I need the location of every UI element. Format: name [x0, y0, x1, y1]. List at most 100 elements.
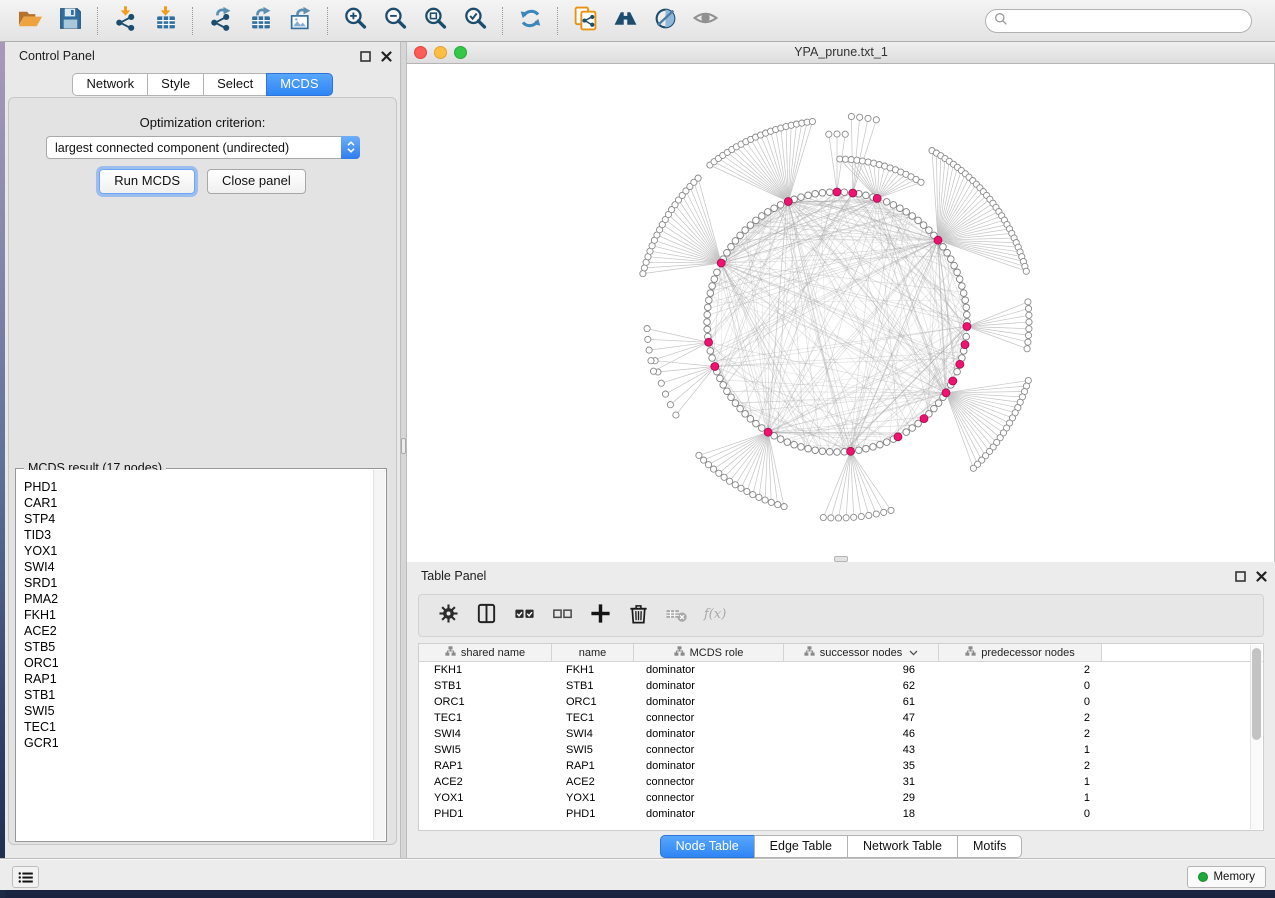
column-header-predecessor-nodes[interactable]: predecessor nodes: [939, 644, 1102, 661]
float-panel-icon[interactable]: [360, 49, 371, 67]
network-node: [848, 157, 854, 163]
network-node: [728, 394, 735, 401]
minimize-window-button[interactable]: [434, 46, 447, 59]
search-box[interactable]: [985, 9, 1252, 33]
refresh-button[interactable]: [510, 3, 550, 39]
network-node: [667, 402, 673, 408]
panel-menu-button[interactable]: [12, 866, 39, 888]
zoom-out-button[interactable]: [375, 3, 415, 39]
network-node: [959, 283, 966, 290]
search-input[interactable]: [1008, 11, 1251, 31]
zoom-fit-button[interactable]: [415, 3, 455, 39]
save-session-button[interactable]: [50, 3, 90, 39]
mcds-result-item[interactable]: SWI5: [17, 703, 373, 719]
zoom-selected-button[interactable]: [455, 3, 495, 39]
mcds-result-item[interactable]: STB1: [17, 687, 373, 703]
close-window-button[interactable]: [414, 46, 427, 59]
mcds-result-item[interactable]: STB5: [17, 639, 373, 655]
mcds-result-item[interactable]: TID3: [17, 527, 373, 543]
network-node: [834, 449, 841, 456]
float-panel-icon[interactable]: [1235, 569, 1246, 587]
table-row[interactable]: STB1STB1dominator620: [419, 678, 1250, 694]
mcds-result-item[interactable]: GCR1: [17, 735, 373, 751]
close-panel-button[interactable]: Close panel: [207, 169, 306, 194]
table-row[interactable]: ORC1ORC1dominator610: [419, 694, 1250, 710]
tab-motifs[interactable]: Motifs: [957, 835, 1022, 858]
mcds-result-item[interactable]: RAP1: [17, 671, 373, 687]
network-node: [1025, 299, 1031, 305]
duplicate-network-button[interactable]: [565, 3, 605, 39]
splitter-handle[interactable]: [401, 438, 406, 454]
mcds-result-item[interactable]: SRD1: [17, 575, 373, 591]
table-scrollbar-thumb[interactable]: [1252, 648, 1261, 740]
network-canvas[interactable]: [407, 64, 1275, 562]
mcds-result-item[interactable]: SWI4: [17, 559, 373, 575]
mcds-list-scrollbar[interactable]: [373, 470, 385, 840]
mcds-result-item[interactable]: PHD1: [17, 479, 373, 495]
table-row[interactable]: RAP1RAP1dominator352: [419, 758, 1250, 774]
table-settings-button[interactable]: [429, 597, 467, 635]
vizmap-button[interactable]: [645, 3, 685, 39]
table-row[interactable]: PHD1PHD1dominator180: [419, 806, 1250, 822]
tab-network[interactable]: Network: [72, 73, 148, 96]
mcds-result-item[interactable]: TEC1: [17, 719, 373, 735]
table-row[interactable]: FKH1FKH1dominator962: [419, 662, 1250, 678]
column-header-successor-nodes[interactable]: successor nodes: [784, 644, 939, 661]
open-session-button[interactable]: [10, 3, 50, 39]
optimization-criterion-select[interactable]: largest connected component (undirected): [46, 136, 360, 159]
eye-icon: [693, 6, 718, 36]
mcds-result-item[interactable]: STP4: [17, 511, 373, 527]
export-image-button[interactable]: [280, 3, 320, 39]
run-mcds-button[interactable]: Run MCDS: [99, 169, 195, 194]
add-column-button[interactable]: [581, 597, 619, 635]
show-columns-button[interactable]: [467, 597, 505, 635]
network-graph[interactable]: [407, 64, 1273, 562]
tab-style[interactable]: Style: [147, 73, 204, 96]
network-node: [819, 190, 826, 197]
gear-icon: [437, 602, 460, 630]
export-table-button[interactable]: [240, 3, 280, 39]
maximize-window-button[interactable]: [454, 46, 467, 59]
close-panel-icon[interactable]: [381, 49, 392, 67]
mcds-result-item[interactable]: FKH1: [17, 607, 373, 623]
table-row[interactable]: TEC1TEC1connector472: [419, 710, 1250, 726]
mcds-result-list[interactable]: PHD1CAR1STP4TID3YOX1SWI4SRD1PMA2FKH1ACE2…: [17, 470, 373, 840]
tab-node-table[interactable]: Node Table: [660, 835, 755, 858]
table-row[interactable]: YOX1YOX1connector291: [419, 790, 1250, 806]
select-all-button[interactable]: [505, 597, 543, 635]
mcds-result-item[interactable]: CAR1: [17, 495, 373, 511]
column-header-shared-name[interactable]: shared name: [419, 644, 552, 661]
table-scrollbar[interactable]: [1250, 645, 1262, 829]
close-panel-icon[interactable]: [1256, 569, 1267, 587]
import-table-button[interactable]: [145, 3, 185, 39]
column-header-name[interactable]: name: [552, 644, 634, 661]
mcds-result-item[interactable]: YOX1: [17, 543, 373, 559]
network-node: [775, 502, 781, 508]
mcds-result-item[interactable]: ORC1: [17, 655, 373, 671]
column-header-MCDS-role[interactable]: MCDS role: [634, 644, 784, 661]
tab-mcds[interactable]: MCDS: [266, 73, 332, 96]
network-node: [865, 159, 871, 165]
find-button[interactable]: [605, 3, 645, 39]
table-row[interactable]: SWI4SWI4dominator462: [419, 726, 1250, 742]
tab-select[interactable]: Select: [203, 73, 267, 96]
network-node: [1026, 312, 1032, 318]
table-row[interactable]: ACE2ACE2connector311: [419, 774, 1250, 790]
table-row[interactable]: SWI5SWI5connector431: [419, 742, 1250, 758]
zoom-in-button[interactable]: [335, 3, 375, 39]
mcds-result-item[interactable]: ACE2: [17, 623, 373, 639]
export-table-icon: [248, 6, 273, 36]
mcds-node: [849, 189, 857, 197]
mcds-node: [963, 323, 971, 331]
tab-network-table[interactable]: Network Table: [847, 835, 958, 858]
mcds-result-item[interactable]: PMA2: [17, 591, 373, 607]
memory-button[interactable]: Memory: [1187, 866, 1266, 888]
delete-column-button[interactable]: [619, 597, 657, 635]
deselect-all-button[interactable]: [543, 597, 581, 635]
show-hide-button[interactable]: [685, 3, 725, 39]
panel-splitter[interactable]: [400, 42, 407, 858]
tab-edge-table[interactable]: Edge Table: [754, 835, 848, 858]
control-panel-header: Control Panel: [5, 42, 400, 69]
import-network-button[interactable]: [105, 3, 145, 39]
export-network-button[interactable]: [200, 3, 240, 39]
